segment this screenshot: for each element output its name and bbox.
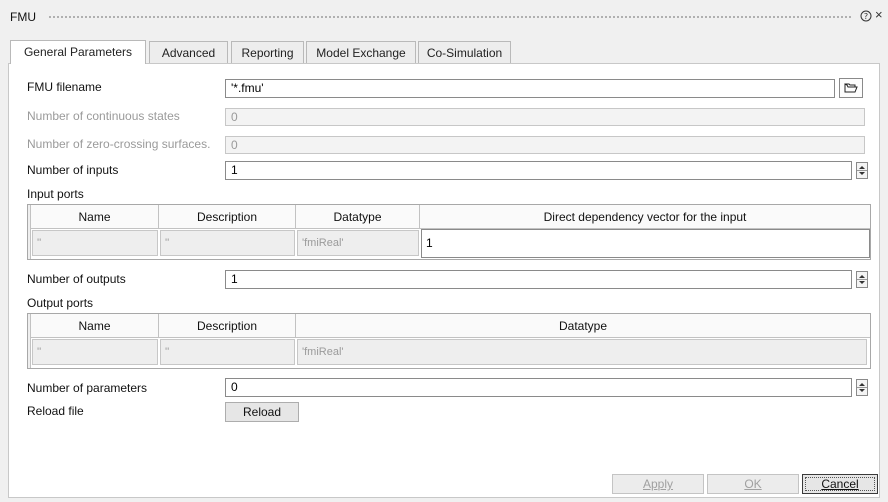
num-parameters-field[interactable]: 0 [225, 378, 852, 397]
col-header-datatype[interactable]: Datatype [296, 205, 420, 229]
input-port-name-cell: '' [32, 230, 158, 256]
output-ports-title: Output ports [27, 296, 94, 310]
col-header-description[interactable]: Description [159, 314, 296, 338]
ok-label: OK [744, 477, 762, 491]
output-ports-table: Name Description Datatype '' '' 'fmiReal… [27, 313, 871, 369]
tab-reporting[interactable]: Reporting [231, 41, 304, 63]
output-port-name-cell: '' [32, 339, 158, 365]
fmu-filename-label: FMU filename [27, 80, 102, 94]
num-outputs-label: Number of outputs [27, 272, 126, 286]
continuous-states-label: Number of continuous states [27, 109, 180, 123]
col-header-name[interactable]: Name [31, 205, 159, 229]
output-port-datatype-cell: 'fmiReal' [297, 339, 867, 365]
num-outputs-field[interactable]: 1 [225, 270, 852, 289]
input-port-datatype-cell: 'fmiReal' [297, 230, 419, 256]
close-icon[interactable]: × [875, 8, 887, 22]
num-inputs-label: Number of inputs [27, 163, 119, 177]
input-ports-title: Input ports [27, 187, 84, 201]
input-port-dependency-cell[interactable]: 1 [421, 229, 870, 258]
num-parameters-label: Number of parameters [27, 381, 148, 395]
drag-grip[interactable] [48, 15, 852, 19]
tab-advanced[interactable]: Advanced [149, 41, 228, 63]
tab-co-simulation[interactable]: Co-Simulation [418, 41, 511, 63]
svg-text:?: ? [864, 12, 868, 21]
tab-model-exchange[interactable]: Model Exchange [306, 41, 416, 63]
reload-file-label: Reload file [27, 404, 84, 418]
apply-label: Apply [642, 477, 674, 491]
reload-button[interactable]: Reload [225, 402, 299, 422]
num-parameters-spin-icon[interactable] [856, 379, 868, 396]
col-header-dependency[interactable]: Direct dependency vector for the input [420, 205, 870, 229]
cancel-button[interactable]: Cancel [802, 474, 878, 494]
num-inputs-field[interactable]: 1 [225, 161, 852, 180]
col-header-datatype[interactable]: Datatype [296, 314, 870, 338]
fmu-filename-field[interactable]: '*.fmu' [225, 79, 835, 98]
zero-crossing-label: Number of zero-crossing surfaces. [27, 137, 211, 151]
cancel-label: Cancel [821, 477, 859, 491]
ok-button[interactable]: OK [707, 474, 799, 494]
apply-button[interactable]: Apply [612, 474, 704, 494]
tab-general-parameters[interactable]: General Parameters [10, 40, 146, 64]
input-ports-table: Name Description Datatype Direct depende… [27, 204, 871, 260]
zero-crossing-field: 0 [225, 136, 865, 154]
num-outputs-spin-icon[interactable] [856, 271, 868, 288]
num-inputs-spin-icon[interactable] [856, 162, 868, 179]
input-port-description-cell: '' [160, 230, 295, 256]
col-header-description[interactable]: Description [159, 205, 296, 229]
continuous-states-field: 0 [225, 108, 865, 126]
output-port-description-cell: '' [160, 339, 295, 365]
help-icon[interactable]: ? [860, 10, 872, 22]
col-header-name[interactable]: Name [31, 314, 159, 338]
folder-open-icon [844, 83, 858, 93]
browse-button[interactable] [839, 78, 863, 98]
window-title: FMU [10, 10, 36, 24]
